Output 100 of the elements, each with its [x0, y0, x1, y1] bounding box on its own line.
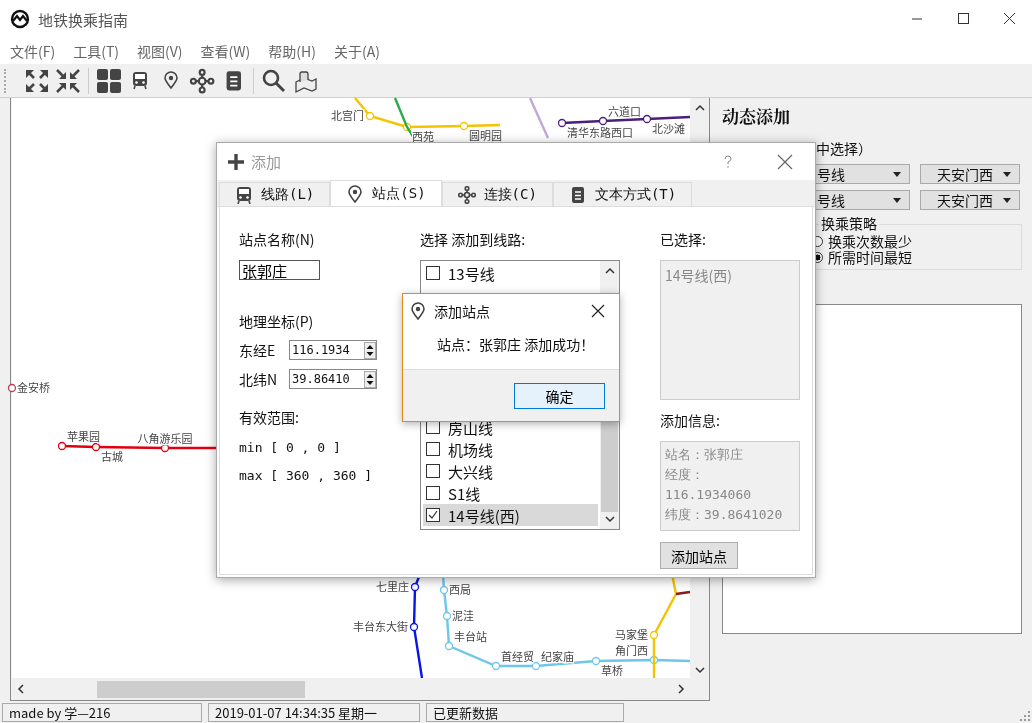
- status-text: made by 学—216: [2, 702, 202, 722]
- scroll-up-icon[interactable]: [604, 267, 615, 274]
- station-label: 纪家庙: [541, 648, 574, 664]
- search-icon[interactable]: [261, 67, 287, 94]
- pin-icon: [409, 301, 427, 320]
- panel-title: 动态添加: [722, 103, 791, 128]
- selected-lines-box: 14号线(西): [660, 260, 800, 400]
- menu-item[interactable]: 视图(V): [137, 41, 183, 61]
- station-label: 丰台站: [454, 628, 487, 644]
- station-label: 古城: [101, 448, 123, 464]
- info-line: 经度：: [665, 466, 705, 484]
- field-label: 东经E: [239, 340, 277, 360]
- spin-arrows-icon[interactable]: [364, 370, 376, 388]
- scroll-down-icon[interactable]: [604, 516, 615, 523]
- menu-item[interactable]: 关于(A): [334, 41, 380, 61]
- tab[interactable]: 站点(S): [330, 180, 442, 206]
- scroll-right-icon[interactable]: [678, 684, 685, 694]
- dropdown-arrow-icon: [1003, 171, 1011, 177]
- station-label: 泥洼: [452, 607, 474, 623]
- app-logo-icon: [10, 9, 30, 29]
- message-text: 站点：张郭庄 添加成功！: [436, 334, 596, 354]
- grid-icon[interactable]: [96, 67, 122, 94]
- resize-grip-icon: [1020, 711, 1030, 721]
- info-line: 纬度：39.8641020: [665, 506, 784, 524]
- status-text: 2019-01-07 14:34:35 星期一: [208, 702, 420, 722]
- list-item[interactable]: 大兴线: [423, 460, 598, 482]
- panel-hint: 中选择）: [816, 138, 873, 158]
- checkbox[interactable]: [426, 464, 440, 478]
- station-dropdown[interactable]: 天安门西: [920, 164, 1020, 184]
- checkbox[interactable]: [426, 508, 440, 522]
- tab[interactable]: 连接(C): [441, 182, 553, 206]
- list-item[interactable]: S1线: [423, 482, 598, 504]
- station-label: 苹果园: [67, 428, 100, 444]
- list-item[interactable]: 机场线: [423, 438, 598, 460]
- field-label: 添加信息:: [660, 410, 721, 430]
- collapse-icon[interactable]: [55, 67, 81, 94]
- station-label: 西局: [449, 581, 471, 597]
- train-icon: [235, 185, 253, 204]
- checkbox[interactable]: [426, 442, 440, 456]
- list-item[interactable]: 14号线(西): [423, 504, 598, 526]
- station-label: 角门西: [615, 642, 648, 658]
- group-title: 换乘策略: [819, 215, 879, 231]
- scroll-down-icon[interactable]: [695, 667, 705, 674]
- info-line: 116.1934060: [665, 486, 753, 504]
- menu-item[interactable]: 帮助(H): [268, 41, 316, 61]
- menu-item[interactable]: 工具(T): [73, 41, 120, 61]
- status-text: 已更新数据: [426, 702, 624, 722]
- nodes-icon: [457, 185, 476, 204]
- scrollbar-thumb[interactable]: [97, 680, 305, 698]
- metro-line: [528, 97, 550, 139]
- station-label: 马家堡: [615, 626, 648, 642]
- add-station-button[interactable]: 添加站点: [660, 542, 738, 569]
- dropdown-arrow-icon: [1003, 197, 1011, 203]
- checkbox[interactable]: [426, 266, 440, 280]
- window-title: 地铁换乘指南: [38, 8, 128, 30]
- field-label: 已选择:: [660, 229, 707, 249]
- checkbox[interactable]: [426, 486, 440, 500]
- spin-arrows-icon[interactable]: [364, 341, 376, 359]
- station-label: 七里庄: [376, 578, 409, 594]
- scroll-left-icon[interactable]: [17, 684, 24, 694]
- help-icon[interactable]: [723, 154, 733, 169]
- spin-box[interactable]: 116.1934: [289, 340, 377, 360]
- menu-item[interactable]: 查看(W): [200, 41, 251, 61]
- station-dropdown[interactable]: 天安门西: [920, 190, 1020, 210]
- station-label: 圆明园: [469, 127, 502, 143]
- nodes-icon[interactable]: [189, 67, 215, 94]
- field-label: 地理坐标(P): [239, 311, 315, 331]
- tab[interactable]: 文本方式(T): [552, 182, 693, 206]
- tab[interactable]: 线路(L): [219, 182, 331, 206]
- field-label: 站点名称(N): [239, 229, 316, 249]
- toolbar-grip: [4, 68, 9, 93]
- pin-icon: [346, 184, 365, 203]
- info-line: 站名：张郭庄: [665, 446, 744, 464]
- range-label: 有效范围:: [239, 407, 300, 427]
- station-label: 首经贸: [501, 648, 534, 664]
- plus-icon: [227, 152, 245, 171]
- scroll-up-icon[interactable]: [695, 104, 705, 111]
- radio-label: 所需时间最短: [828, 249, 912, 265]
- station-label: 草桥: [601, 662, 623, 678]
- station-label: 清华东路西口: [567, 124, 633, 140]
- expand-icon[interactable]: [24, 67, 50, 94]
- station-label: 六道口: [608, 103, 641, 119]
- station-label: 西苑: [412, 128, 434, 144]
- spin-box[interactable]: 39.86410: [289, 369, 377, 389]
- station-label: 北宫门: [331, 107, 364, 123]
- list-item[interactable]: 13号线: [423, 262, 598, 284]
- station-label: 金安桥: [17, 379, 50, 395]
- range-min-text: min [ 0 , 0 ]: [239, 440, 342, 455]
- list-label: 选择 添加到线路:: [420, 229, 527, 249]
- station-label: 北沙滩: [652, 120, 685, 136]
- name-field[interactable]: 张郭庄: [239, 260, 320, 280]
- station-label: 丰台东大街: [353, 618, 408, 634]
- station-label: 八角游乐园: [137, 430, 193, 446]
- radio-label: 换乘次数最少: [828, 233, 912, 249]
- field-label: 北纬N: [239, 369, 279, 389]
- ok-button[interactable]: 确定: [514, 382, 605, 409]
- menu-item[interactable]: 文件(F): [10, 41, 56, 61]
- dropdown-arrow-icon: [893, 171, 901, 177]
- close-icon[interactable]: [591, 303, 605, 318]
- dialog-title: 添加: [251, 151, 281, 172]
